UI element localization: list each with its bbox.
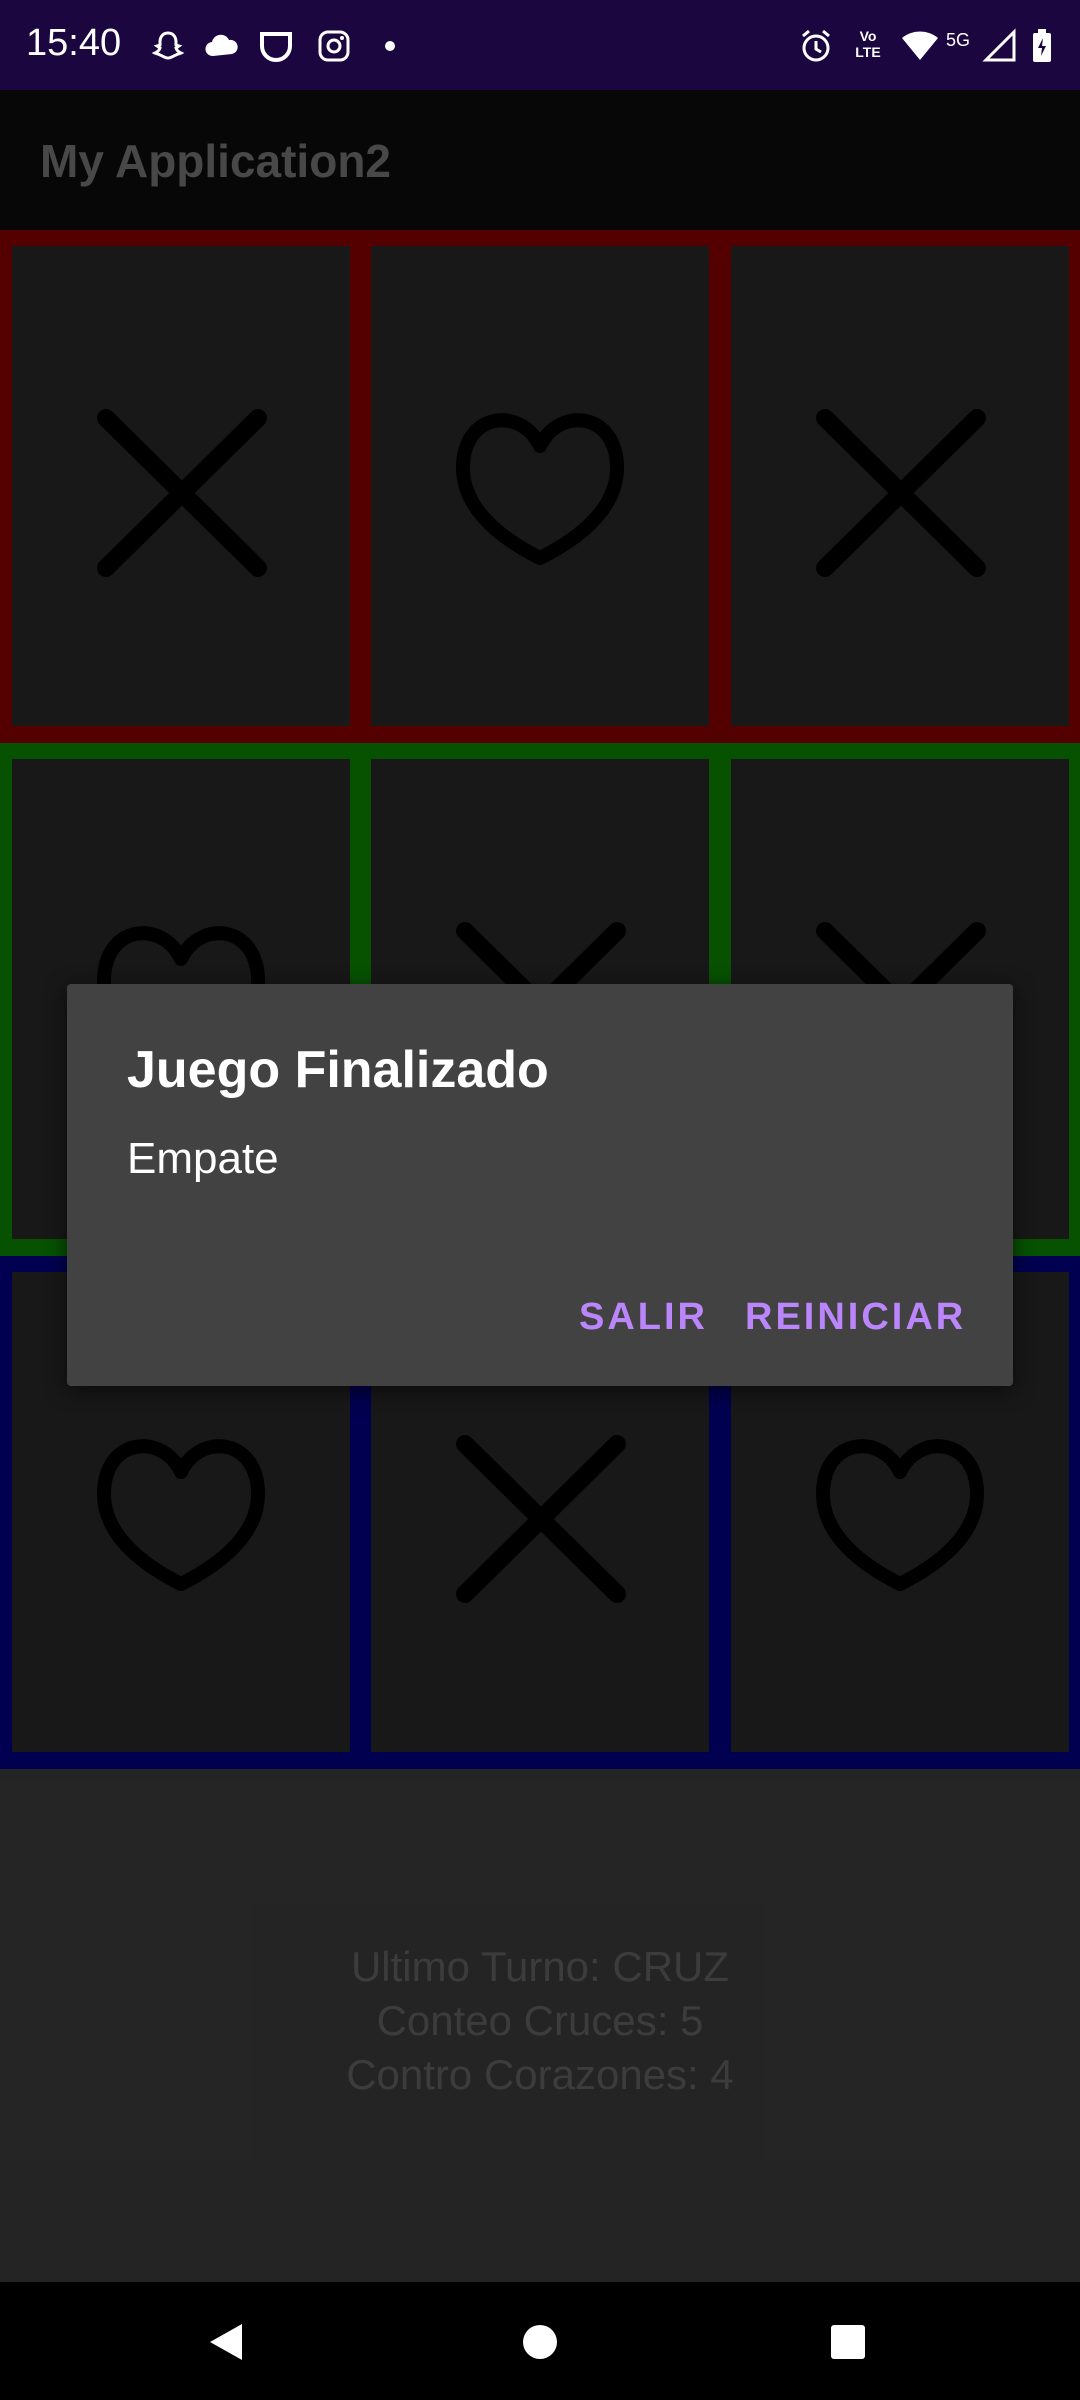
status-time: 15:40 (26, 22, 122, 64)
wifi-icon (902, 31, 938, 60)
recents-icon[interactable] (826, 2320, 870, 2364)
volte-icon: Vo LTE (855, 28, 881, 60)
network-type: 5G (946, 30, 971, 50)
status-bar: 15:40 Vo LTE 5G (0, 0, 1080, 90)
exit-button[interactable]: SALIR (579, 1296, 708, 1339)
signal-icon (982, 28, 1016, 62)
dialog-message: Empate (127, 1134, 279, 1183)
instagram-icon (318, 30, 350, 62)
restart-button[interactable]: REINICIAR (745, 1296, 966, 1339)
nav-bar (0, 2282, 1080, 2400)
cloud-icon (205, 34, 238, 57)
snapchat-icon (151, 31, 185, 60)
game-over-dialog: Juego Finalizado Empate SALIR REINICIAR (67, 984, 1013, 1386)
dialog-title: Juego Finalizado (127, 1041, 549, 1099)
shield-icon (260, 32, 292, 62)
battery-icon (1033, 29, 1051, 62)
alarm-icon (802, 29, 830, 62)
home-icon[interactable] (518, 2320, 562, 2364)
dot-icon (385, 41, 395, 51)
back-icon[interactable] (204, 2320, 248, 2364)
